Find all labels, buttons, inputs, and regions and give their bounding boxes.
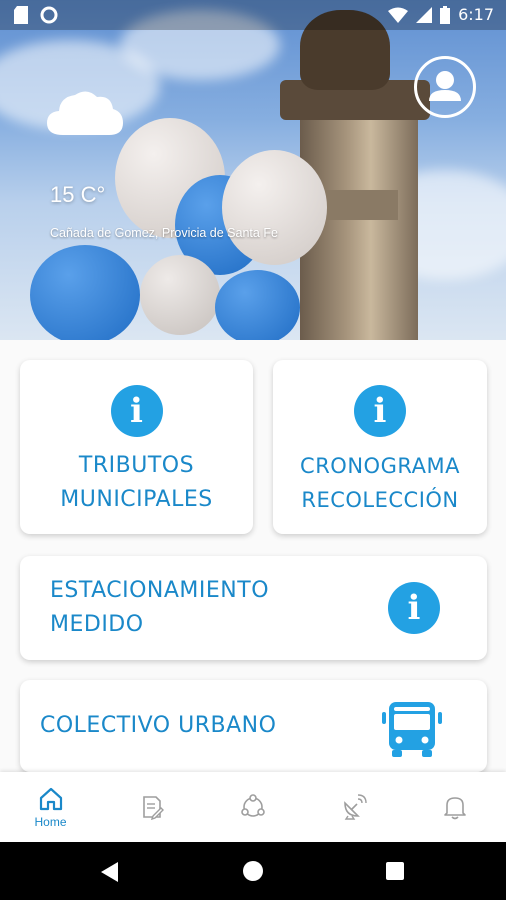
- recents-icon[interactable]: [386, 862, 404, 880]
- balloon: [30, 245, 140, 340]
- location-label: Cañada de Gomez, Provicia de Santa Fe: [50, 226, 278, 240]
- user-profile-icon: [429, 71, 461, 101]
- bottom-navigation: Home: [0, 772, 506, 842]
- nav-antenna[interactable]: [303, 772, 404, 842]
- balloon: [140, 255, 220, 335]
- info-icon: i: [388, 582, 440, 634]
- balloon: [222, 150, 327, 265]
- card-title: ESTACIONAMIENTO MEDIDO: [50, 578, 270, 637]
- tributos-municipales-card[interactable]: i TRIBUTOS MUNICIPALES: [20, 360, 253, 534]
- bell-icon: [443, 797, 466, 820]
- balloon: [215, 270, 300, 340]
- card-title: COLECTIVO URBANO: [40, 713, 277, 738]
- nav-tramites[interactable]: [101, 772, 202, 842]
- home-circle-icon[interactable]: [242, 860, 264, 882]
- satellite-dish-icon: [343, 794, 367, 820]
- info-icon: i: [110, 385, 163, 437]
- cloud-icon: [47, 91, 123, 135]
- colectivo-urbano-card[interactable]: COLECTIVO URBANO: [20, 680, 487, 772]
- bus-icon: [382, 702, 442, 757]
- info-icon: i: [354, 385, 406, 437]
- nav-home-label: Home: [34, 815, 67, 829]
- cronograma-recoleccion-card[interactable]: i CRONOGRAMA RECOLECCIÓN: [273, 360, 487, 534]
- header-banner: 15 C° Cañada de Gomez, Provicia de Santa…: [0, 0, 506, 340]
- nav-home[interactable]: Home: [0, 772, 101, 842]
- home-icon: [39, 787, 62, 811]
- nav-share[interactable]: [202, 772, 303, 842]
- back-icon[interactable]: [100, 861, 120, 883]
- sd-card-icon: [14, 6, 28, 24]
- document-edit-icon: [142, 796, 164, 820]
- status-bar: 6:17: [0, 0, 506, 30]
- signal-icon: [416, 6, 433, 23]
- share-network-icon: [240, 794, 265, 817]
- system-navigation-bar: [0, 842, 506, 900]
- card-title: TRIBUTOS MUNICIPALES: [60, 453, 213, 512]
- temperature: 15 C°: [50, 182, 106, 207]
- sync-icon: [40, 6, 58, 24]
- card-title: CRONOGRAMA RECOLECCIÓN: [300, 454, 460, 512]
- nav-notifications[interactable]: [404, 772, 505, 842]
- profile-button[interactable]: [414, 56, 476, 118]
- clock: 6:17: [458, 5, 494, 24]
- monument-plaque: [318, 190, 398, 220]
- battery-icon: [440, 5, 451, 24]
- estacionamiento-medido-card[interactable]: ESTACIONAMIENTO MEDIDO i: [20, 556, 487, 660]
- wifi-icon: [388, 7, 409, 23]
